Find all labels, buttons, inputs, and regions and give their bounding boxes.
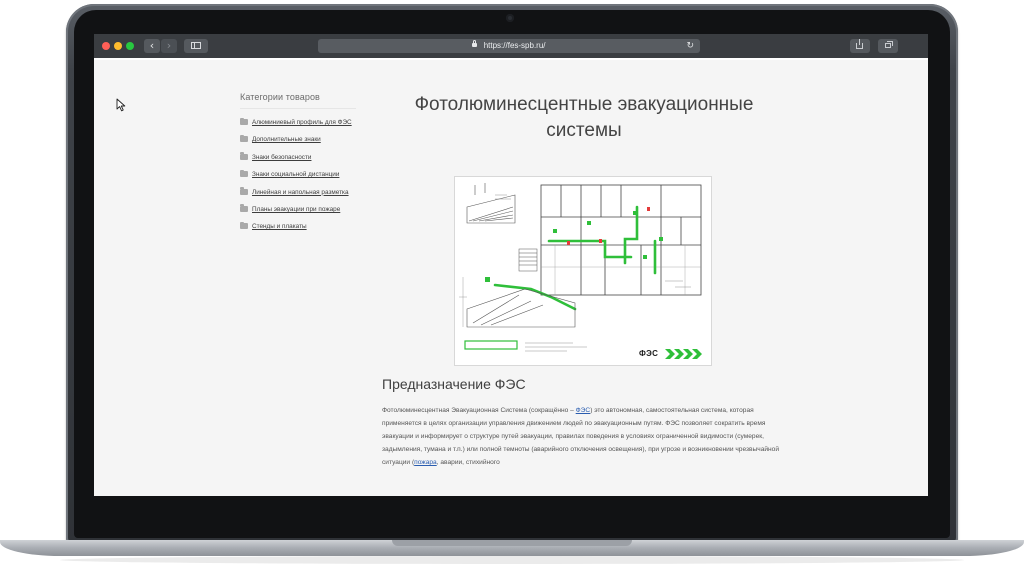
page-title-line: Фотолюминесцентные эвакуационные — [414, 94, 754, 115]
maximize-window-button[interactable] — [126, 42, 134, 50]
mouse-cursor-icon — [116, 98, 126, 112]
chevron-arrows-icon — [665, 349, 702, 359]
address-bar[interactable]: https://fes-spb.ru/ ↻ — [318, 39, 700, 53]
folder-icon — [240, 152, 248, 160]
description-paragraph: Фотолюминесцентная Эвакуационная Система… — [382, 404, 787, 469]
folder-icon — [240, 221, 248, 230]
folder-icon — [240, 204, 248, 212]
category-link[interactable]: Линейная и напольная разметка — [240, 187, 370, 206]
category-link[interactable]: Планы эвакуации при пожаре — [240, 204, 370, 223]
folder-icon — [240, 187, 248, 195]
webcam — [506, 14, 514, 22]
share-icon — [856, 39, 863, 49]
laptop-shadow — [60, 556, 964, 564]
sidebar-icon — [191, 42, 201, 49]
category-link[interactable]: Знаки безопасности — [240, 152, 370, 171]
back-button[interactable]: ‹ — [144, 39, 160, 53]
browser-toolbar: ‹ › https://fes-spb.ru/ ↻ — [94, 34, 928, 59]
section-heading: Предназначение ФЭС — [382, 376, 526, 392]
forward-button[interactable]: › — [161, 39, 177, 53]
fes-link[interactable]: ФЭС — [576, 407, 591, 414]
page-top-strip — [94, 58, 928, 60]
tabs-overview-button[interactable] — [878, 39, 898, 53]
share-button[interactable] — [850, 39, 870, 53]
evacuation-plan-image: ФЭС — [454, 176, 712, 366]
category-label: Планы эвакуации при пожаре — [252, 205, 341, 213]
category-link[interactable]: Стенды и плакаты — [240, 221, 370, 240]
browser-window: ‹ › https://fes-spb.ru/ ↻ Категории това… — [94, 34, 928, 496]
category-label: Стенды и плакаты — [252, 223, 307, 231]
page-title-line: системы — [546, 120, 622, 141]
web-page: Категории товаров Алюминиевый профиль дл… — [94, 58, 928, 496]
paragraph-text: Фотолюминесцентная Эвакуационная Система… — [382, 407, 576, 414]
category-link[interactable]: Дополнительные знаки — [240, 134, 370, 153]
divider — [240, 108, 356, 109]
category-link[interactable]: Знаки социальной дистанции — [240, 169, 370, 188]
laptop-mockup: ‹ › https://fes-spb.ru/ ↻ Категории това… — [0, 0, 1024, 568]
category-label: Знаки социальной дистанции — [252, 171, 340, 179]
paragraph-text: ) это автономная, самостоятельная систем… — [382, 407, 780, 466]
fes-logo-text: ФЭС — [639, 349, 659, 358]
floor-plan-drawing — [459, 183, 702, 352]
category-label: Алюминиевый профиль для ФЭС — [252, 119, 352, 126]
url-text: https://fes-spb.ru/ — [483, 41, 546, 50]
reload-icon[interactable]: ↻ — [686, 39, 694, 53]
laptop-opening-notch — [392, 540, 632, 546]
sidebar-toggle-button[interactable] — [184, 39, 208, 53]
category-label: Знаки безопасности — [252, 153, 312, 161]
category-link[interactable]: Алюминиевый профиль для ФЭС — [240, 117, 370, 136]
folder-icon — [240, 117, 248, 125]
lock-icon — [472, 39, 478, 47]
category-label: Дополнительные знаки — [252, 136, 321, 144]
tabs-icon — [885, 41, 893, 48]
folder-icon — [240, 169, 248, 178]
minimize-window-button[interactable] — [114, 42, 122, 50]
page-title: Фотолюминесцентные эвакуационные системы — [384, 92, 784, 144]
categories-title: Категории товаров — [240, 92, 320, 102]
fire-link[interactable]: пожара — [414, 459, 437, 466]
paragraph-text: , аварии, стихийного — [436, 459, 500, 466]
category-label: Линейная и напольная разметка — [252, 188, 349, 196]
product-categories: Категории товаров Алюминиевый профиль дл… — [240, 92, 370, 241]
folder-icon — [240, 134, 248, 143]
close-window-button[interactable] — [102, 42, 110, 50]
